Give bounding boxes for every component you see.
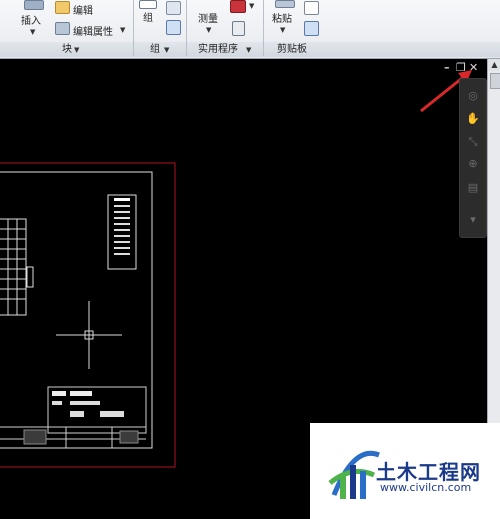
minimize-button[interactable]: – (444, 62, 450, 74)
edit-block-button[interactable]: 编辑 (73, 2, 93, 17)
paste-button-label[interactable]: 粘贴 (272, 10, 292, 25)
watermark-url: www.civilcn.com (380, 481, 472, 494)
magnet-chevron-icon[interactable]: ▼ (249, 2, 254, 10)
nav-options-icon[interactable]: ▾ (466, 213, 480, 227)
close-button[interactable]: ✕ (469, 62, 478, 74)
clipboard-panel-title[interactable]: 剪贴板 (277, 43, 307, 57)
edit-attributes-button[interactable]: 编辑属性 (73, 23, 113, 38)
group-select-icon[interactable] (166, 20, 181, 35)
insert-icon[interactable] (24, 0, 44, 10)
drawing-frame (0, 171, 153, 449)
match-properties-icon[interactable] (304, 21, 319, 36)
navigation-bar: ◎ ✋ ⤡ ⊕ ▤ ▾ (459, 78, 487, 238)
restore-button[interactable]: ❐ (456, 62, 466, 74)
group-icon[interactable] (139, 0, 157, 9)
insert-chevron-icon[interactable]: ▼ (30, 28, 35, 36)
panel-separator (133, 0, 134, 56)
group-panel-title[interactable]: 组 (150, 43, 160, 57)
scroll-up-icon[interactable]: ▲ (488, 59, 500, 71)
paste-icon[interactable] (275, 0, 295, 8)
utilities-panel-expand-icon[interactable]: ▼ (246, 46, 251, 54)
insert-button-label[interactable]: 插入 (21, 12, 41, 27)
group-panel-expand-icon[interactable]: ▼ (164, 46, 169, 54)
block-panel-title[interactable]: 块 (62, 43, 72, 57)
measure-chevron-icon[interactable]: ▼ (206, 26, 211, 34)
edit-attributes-icon[interactable] (55, 22, 70, 35)
orbit-icon[interactable]: ⊕ (466, 157, 480, 171)
edit-block-icon[interactable] (55, 1, 70, 14)
magnet-icon[interactable] (230, 0, 246, 13)
schedule-table (0, 218, 27, 316)
calculator-icon[interactable] (232, 21, 245, 36)
watermark: 土木工程网 www.civilcn.com (310, 423, 500, 519)
utilities-panel-title[interactable]: 实用程序 (198, 43, 238, 57)
ribbon: 插入 ▼ 编辑 编辑属性 ▼ 块 ▼ 组 组 ▼ 测量 ▼ ▼ 实用程序 ▼ 粘… (0, 0, 500, 59)
zoom-icon[interactable]: ⤡ (466, 135, 480, 149)
scroll-thumb[interactable] (490, 73, 500, 89)
paste-chevron-icon[interactable]: ▼ (280, 26, 285, 34)
group-button-label[interactable]: 组 (143, 9, 153, 24)
pan-icon[interactable]: ✋ (466, 112, 480, 126)
steering-wheel-icon[interactable]: ◎ (466, 89, 480, 103)
panel-separator (186, 0, 187, 56)
edit-attributes-chevron-icon[interactable]: ▼ (120, 26, 125, 34)
group-edit-icon[interactable] (166, 1, 181, 15)
measure-button-label[interactable]: 测量 (198, 10, 218, 25)
block-panel-expand-icon[interactable]: ▼ (74, 46, 79, 54)
watermark-logo-icon (328, 451, 380, 499)
showmotion-icon[interactable]: ▤ (466, 181, 480, 195)
copy-icon[interactable] (304, 1, 319, 15)
panel-separator (263, 0, 264, 56)
